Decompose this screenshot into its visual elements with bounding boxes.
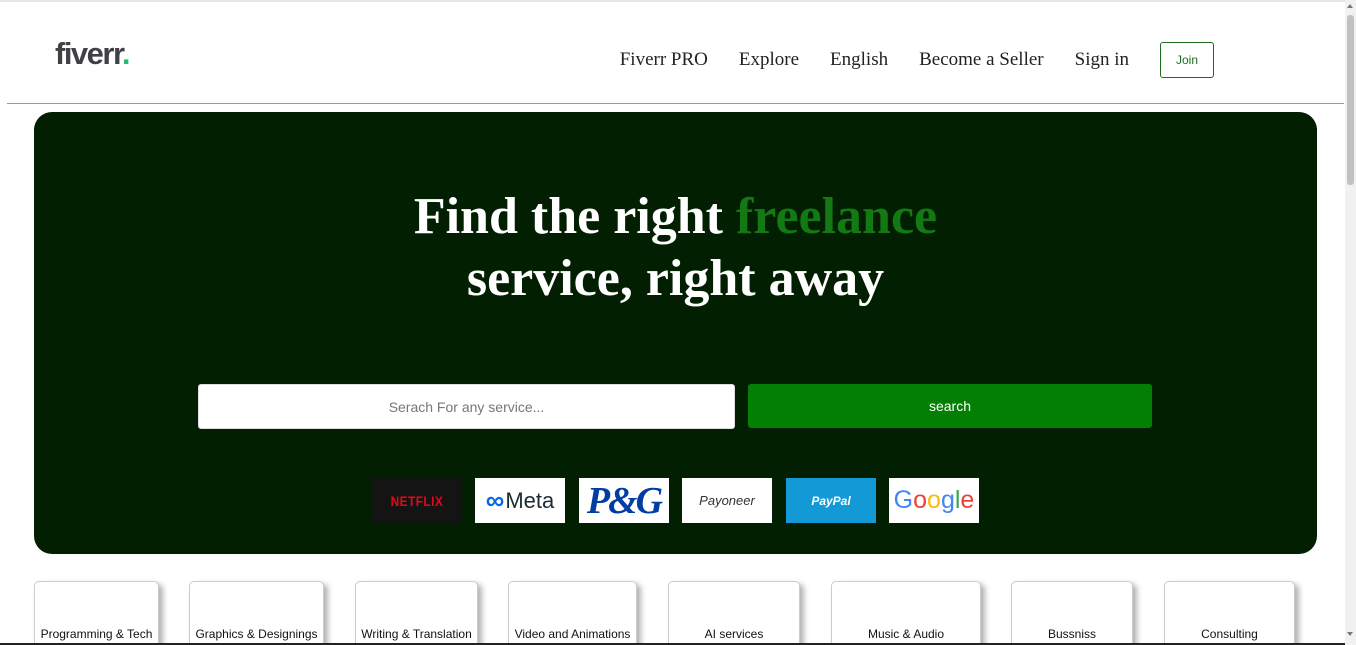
category-card-music[interactable]: Music & Audio [831,581,981,645]
category-card-video[interactable]: Video and Animations [508,581,637,645]
category-card-programming[interactable]: Programming & Tech [34,581,159,645]
paypal-logo: PayPal [786,478,876,523]
site-header: fiverr. Fiverr PRO Explore English Becom… [0,2,1345,104]
category-card-consulting[interactable]: Consulting [1164,581,1295,645]
nav-explore[interactable]: Explore [739,49,799,71]
nav-sign-in[interactable]: Sign in [1075,49,1129,71]
category-card-business[interactable]: Bussniss [1011,581,1133,645]
category-card-ai[interactable]: AI services [668,581,800,645]
scroll-down-arrow-icon[interactable] [1347,632,1353,636]
main-nav: Fiverr PRO Explore English Become a Sell… [589,42,1214,78]
payoneer-logo: Payoneer [682,478,772,523]
hero-banner: Find the right freelance service, right … [34,112,1317,554]
header-divider [7,103,1344,104]
join-button[interactable]: Join [1160,42,1214,78]
category-card-writing[interactable]: Writing & Translation [355,581,478,645]
scroll-thumb[interactable] [1347,15,1354,185]
nav-fiverr-pro[interactable]: Fiverr PRO [620,49,708,71]
meta-logo: ∞ Meta [475,478,565,523]
pg-logo: P&G [579,478,669,523]
nav-become-seller[interactable]: Become a Seller [919,49,1044,71]
scroll-up-arrow-icon[interactable] [1347,4,1353,8]
search-button[interactable]: search [748,384,1152,428]
netflix-logo: NETFLIX [372,478,462,523]
fiverr-logo[interactable]: fiverr. [55,36,130,72]
page-scrollbar[interactable] [1345,0,1356,645]
search-input[interactable] [198,384,735,429]
hero-title: Find the right freelance service, right … [413,188,938,307]
category-card-graphics[interactable]: Graphics & Designings [189,581,324,645]
google-logo: Google [889,478,979,523]
nav-language[interactable]: English [830,49,888,71]
hero-title-accent: freelance [735,188,938,245]
meta-infinity-icon: ∞ [485,485,505,515]
